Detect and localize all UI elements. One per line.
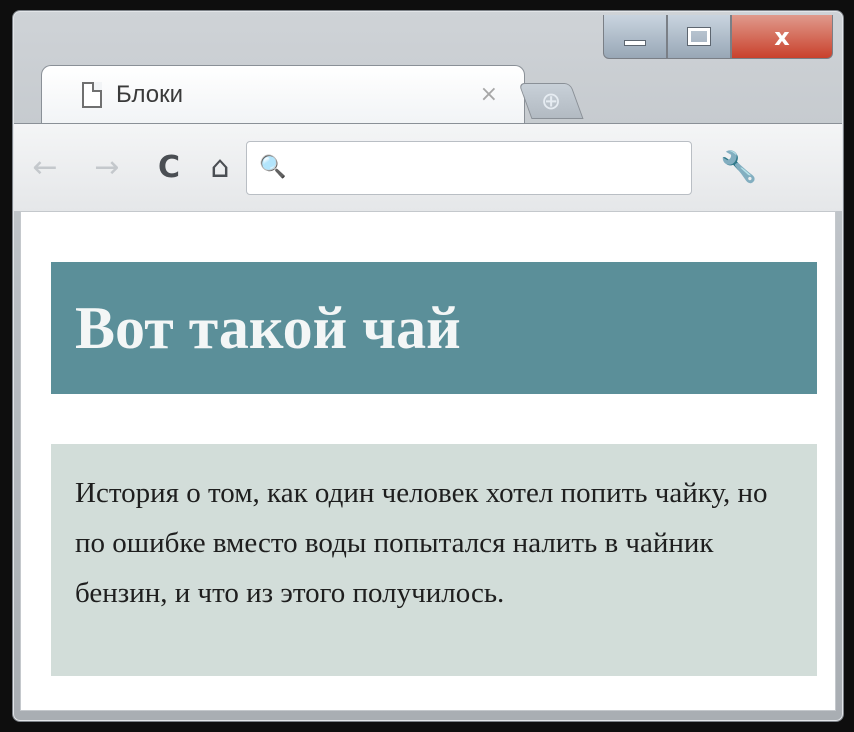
new-tab-icon: ⊕ xyxy=(540,87,562,115)
home-button[interactable]: ⌂ xyxy=(200,150,240,185)
heading-block: Вот такой чай xyxy=(51,262,817,394)
new-tab-button[interactable]: ⊕ xyxy=(518,83,584,119)
page-paragraph: История о том, как один человек хотел по… xyxy=(75,477,768,609)
page-heading: Вот такой чай xyxy=(75,294,461,361)
close-icon: x xyxy=(774,22,790,51)
address-input[interactable] xyxy=(296,155,691,180)
maximize-button[interactable] xyxy=(667,15,731,59)
window-controls: x xyxy=(603,15,833,59)
tab-close-icon[interactable]: × xyxy=(480,82,498,107)
wrench-menu-icon[interactable]: 🔧 xyxy=(720,150,757,185)
page-icon xyxy=(82,81,102,108)
minimize-button[interactable] xyxy=(603,15,667,59)
forward-button[interactable]: → xyxy=(76,150,138,185)
tab-bloki[interactable]: Блоки × xyxy=(41,65,525,123)
browser-window: x Блоки × ⊕ ← → C ⌂ 🔍 🔧 Вот такой чай Ис… xyxy=(12,10,844,722)
page-viewport: Вот такой чай История о том, как один че… xyxy=(20,211,836,711)
maximize-icon xyxy=(688,28,710,45)
paragraph-block: История о том, как один человек хотел по… xyxy=(51,444,817,676)
browser-toolbar: ← → C ⌂ 🔍 🔧 xyxy=(14,123,842,211)
address-bar[interactable]: 🔍 xyxy=(246,140,692,195)
minimize-icon xyxy=(624,39,646,46)
reload-button[interactable]: C xyxy=(138,150,200,185)
search-icon: 🔍 xyxy=(259,155,287,180)
tab-title: Блоки xyxy=(116,80,184,108)
close-window-button[interactable]: x xyxy=(731,15,833,59)
back-button[interactable]: ← xyxy=(14,150,76,185)
